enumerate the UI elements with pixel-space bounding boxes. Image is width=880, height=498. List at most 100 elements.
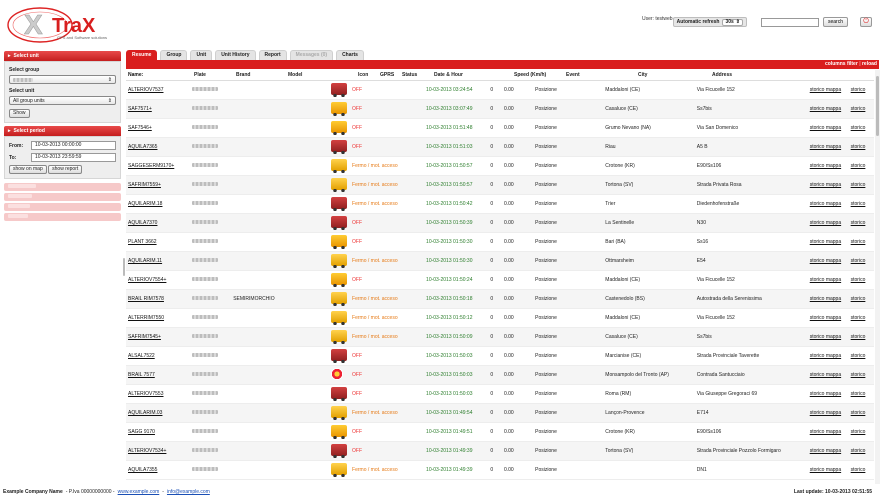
- storico-link[interactable]: storico: [849, 372, 874, 378]
- unit-name-link[interactable]: PLANT 3662: [126, 239, 190, 245]
- table-row[interactable]: ALTERIOV7537 OFF 10-03-2013 03:24:54 0 0.00 P…: [126, 81, 874, 100]
- storico-link[interactable]: storico: [849, 448, 874, 454]
- unit-name-link[interactable]: SAGGESERM9170+: [126, 163, 190, 169]
- columns-filter-link[interactable]: columns filter: [825, 61, 858, 67]
- vehicle-image[interactable]: [329, 235, 350, 249]
- show-on-map-button[interactable]: show on map: [9, 165, 47, 174]
- select-period-header[interactable]: Select period: [4, 126, 121, 136]
- search-input[interactable]: [760, 17, 819, 27]
- tab-charts[interactable]: Charts: [336, 50, 364, 60]
- vehicle-image[interactable]: [329, 159, 350, 173]
- unit-name-link[interactable]: SAFRIM7559+: [126, 182, 190, 188]
- col-model[interactable]: Model: [286, 72, 334, 78]
- col-gprs[interactable]: GPRS: [378, 72, 400, 78]
- search-button[interactable]: search: [822, 17, 848, 27]
- storico-link[interactable]: storico: [849, 239, 874, 245]
- show-report-button[interactable]: show report: [48, 165, 83, 174]
- vehicle-image[interactable]: [329, 121, 350, 135]
- storico-link[interactable]: storico: [849, 258, 874, 264]
- col-event[interactable]: Event: [564, 72, 636, 78]
- table-row[interactable]: BRAIL 7577 OFF 10-03-2013 01:50:03 0 0.00 Pos…: [126, 366, 874, 385]
- storico-link[interactable]: storico: [849, 315, 874, 321]
- reload-link[interactable]: reload: [862, 61, 877, 67]
- table-row[interactable]: BRAIL RIM7578 SEMIRIMORCHIO Fermo / mot. a…: [126, 290, 874, 309]
- unit-name-link[interactable]: SAF7571+: [126, 106, 190, 112]
- storico-mappa-link[interactable]: storico mappa: [808, 372, 849, 378]
- storico-mappa-link[interactable]: storico mappa: [808, 201, 849, 207]
- auto-refresh-select[interactable]: 30s ⇕: [722, 18, 743, 26]
- storico-mappa-link[interactable]: storico mappa: [808, 87, 849, 93]
- table-row[interactable]: ALTERIOV7553 OFF 10-03-2013 01:50:03 0 0.00 P…: [126, 385, 874, 404]
- tab-unit[interactable]: Unit: [190, 50, 213, 60]
- vehicle-image[interactable]: [329, 216, 350, 230]
- storico-mappa-link[interactable]: storico mappa: [808, 391, 849, 397]
- storico-mappa-link[interactable]: storico mappa: [808, 125, 849, 131]
- col-date-hour[interactable]: Date & Hour: [432, 72, 498, 78]
- tab-unit-history[interactable]: Unit History: [215, 50, 256, 60]
- sidebar-collapsed-section-1[interactable]: [4, 183, 121, 191]
- col-icon[interactable]: Icon: [356, 72, 378, 78]
- unit-select[interactable]: All group units ⇕: [9, 96, 116, 105]
- unit-name-link[interactable]: AQUILA7355: [126, 467, 190, 473]
- unit-name-link[interactable]: AQUILARIM.11: [126, 258, 190, 264]
- table-row[interactable]: AQUILA7370 OFF 10-03-2013 01:50:39 0 0.00 Pos…: [126, 214, 874, 233]
- unit-name-link[interactable]: ALSAL7522: [126, 353, 190, 359]
- vehicle-image[interactable]: [329, 311, 350, 325]
- vehicle-image[interactable]: [329, 368, 350, 382]
- storico-link[interactable]: storico: [849, 201, 874, 207]
- table-row[interactable]: SAFRIM7545+ Fermo / mot. acceso 10-03-2013…: [126, 328, 874, 347]
- from-date-input[interactable]: 10-03-2013 00:00:00: [31, 141, 116, 150]
- storico-link[interactable]: storico: [849, 429, 874, 435]
- storico-mappa-link[interactable]: storico mappa: [808, 220, 849, 226]
- company-email-link[interactable]: info@example.com: [167, 489, 210, 495]
- storico-link[interactable]: storico: [849, 334, 874, 340]
- unit-name-link[interactable]: ALTERIOV7534+: [126, 448, 190, 454]
- unit-name-link[interactable]: AQUILARIM.03: [126, 410, 190, 416]
- storico-link[interactable]: storico: [849, 144, 874, 150]
- storico-mappa-link[interactable]: storico mappa: [808, 448, 849, 454]
- storico-link[interactable]: storico: [849, 163, 874, 169]
- table-row[interactable]: AQUILARIM.03 Fermo / mot. acceso 10-03-201…: [126, 404, 874, 423]
- unit-name-link[interactable]: ALTERIOV7537: [126, 87, 190, 93]
- storico-link[interactable]: storico: [849, 106, 874, 112]
- tab-group[interactable]: Group: [160, 50, 188, 60]
- table-row[interactable]: AQUILARIM.18 Fermo / mot. acceso 10-03-201…: [126, 195, 874, 214]
- table-row[interactable]: SAF7546+ OFF 10-03-2013 01:51:48 0 0.00 Posiz…: [126, 119, 874, 138]
- unit-name-link[interactable]: AQUILA7365: [126, 144, 190, 150]
- sidebar-collapsed-section-4[interactable]: [4, 213, 121, 221]
- storico-link[interactable]: storico: [849, 182, 874, 188]
- scroll-thumb[interactable]: [876, 76, 879, 136]
- vehicle-image[interactable]: [329, 273, 350, 287]
- table-row[interactable]: SAGGESERM9170+ Fermo / mot. acceso 10-03-2…: [126, 157, 874, 176]
- table-row[interactable]: PLANT 3662 OFF 10-03-2013 01:50:30 0 0.00 Pos…: [126, 233, 874, 252]
- storico-mappa-link[interactable]: storico mappa: [808, 258, 849, 264]
- storico-mappa-link[interactable]: storico mappa: [808, 296, 849, 302]
- col-brand[interactable]: Brand: [234, 72, 286, 78]
- storico-link[interactable]: storico: [849, 87, 874, 93]
- tab-messages[interactable]: Messages (0): [289, 50, 334, 60]
- storico-link[interactable]: storico: [849, 220, 874, 226]
- table-scrollbar[interactable]: [875, 70, 880, 484]
- unit-name-link[interactable]: ALTERIOV7554+: [126, 277, 190, 283]
- trax-logo[interactable]: X TraX GPS and Software solutions: [4, 4, 132, 46]
- storico-link[interactable]: storico: [849, 353, 874, 359]
- show-button[interactable]: Show: [9, 109, 30, 118]
- sidebar-scroll-handle[interactable]: [123, 258, 125, 276]
- vehicle-image[interactable]: [329, 463, 350, 477]
- unit-name-link[interactable]: AQUILA7370: [126, 220, 190, 226]
- storico-mappa-link[interactable]: storico mappa: [808, 353, 849, 359]
- storico-mappa-link[interactable]: storico mappa: [808, 429, 849, 435]
- storico-mappa-link[interactable]: storico mappa: [808, 163, 849, 169]
- vehicle-image[interactable]: [329, 349, 350, 363]
- vehicle-image[interactable]: [329, 197, 350, 211]
- unit-name-link[interactable]: SAGG 9170: [126, 429, 190, 435]
- table-row[interactable]: AQUILA7365 OFF 10-03-2013 01:51:03 0 0.00 Pos…: [126, 138, 874, 157]
- vehicle-image[interactable]: [329, 387, 350, 401]
- storico-mappa-link[interactable]: storico mappa: [808, 277, 849, 283]
- unit-name-link[interactable]: SAF7546+: [126, 125, 190, 131]
- storico-link[interactable]: storico: [849, 410, 874, 416]
- unit-name-link[interactable]: BRAIL 7577: [126, 372, 190, 378]
- table-row[interactable]: ALSAL7522 OFF 10-03-2013 01:50:03 0 0.00 Posi…: [126, 347, 874, 366]
- unit-name-link[interactable]: ALTERRIM7550: [126, 315, 190, 321]
- vehicle-image[interactable]: [329, 406, 350, 420]
